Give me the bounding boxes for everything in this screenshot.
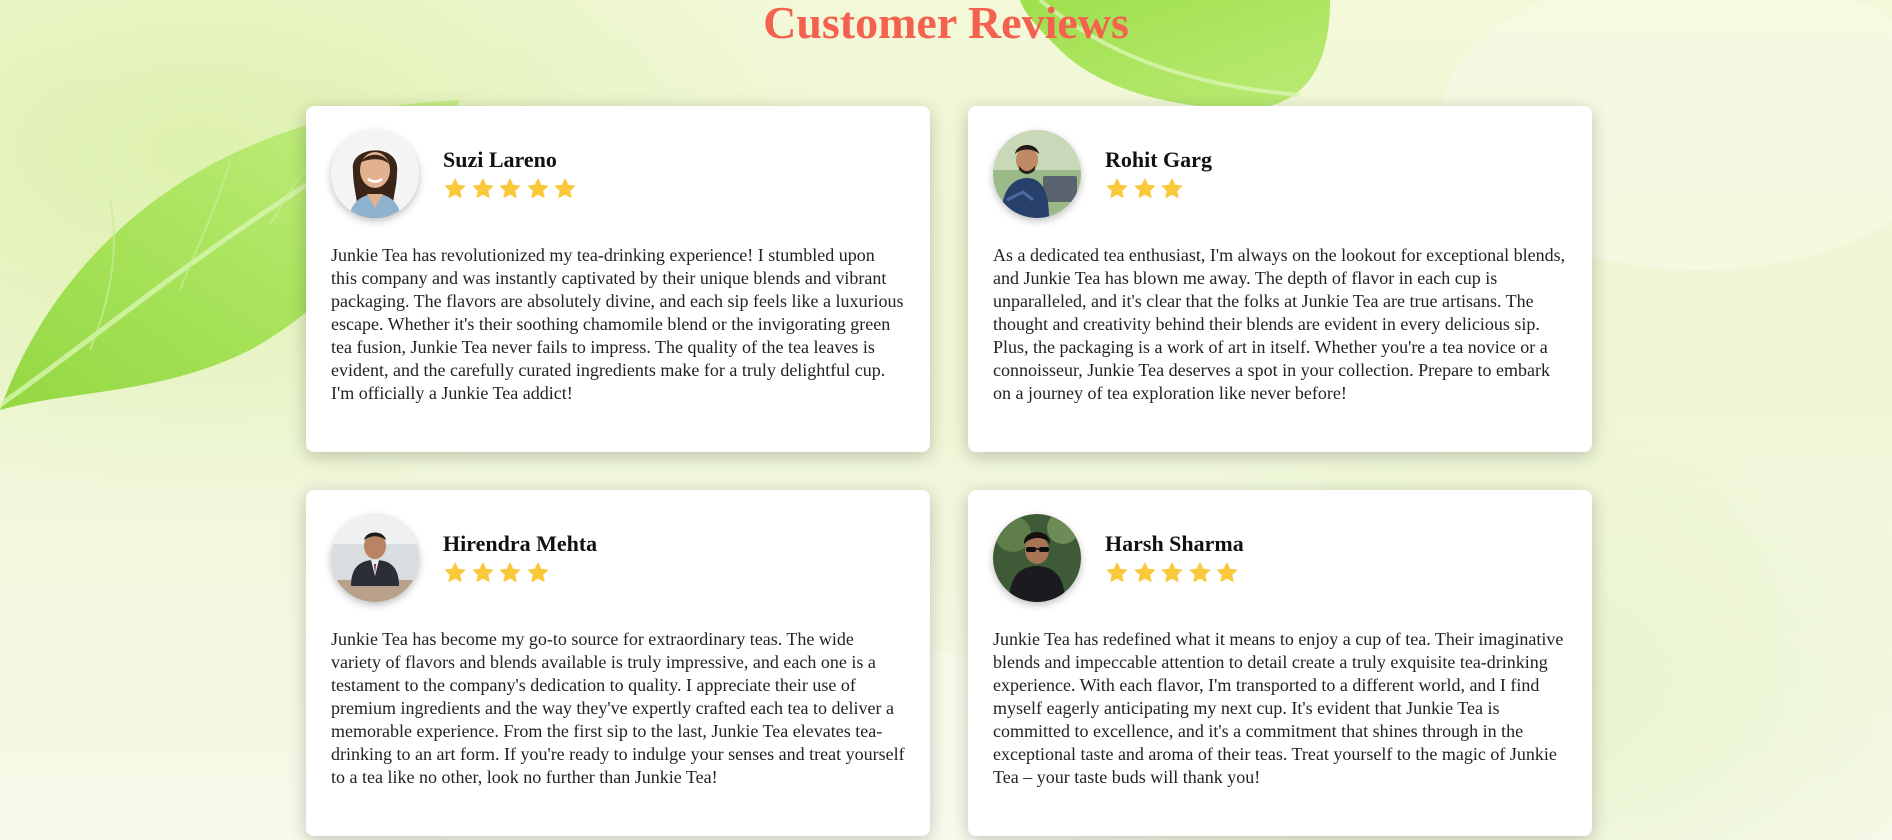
reviewer-avatar	[331, 514, 419, 602]
star-icon	[472, 178, 493, 198]
star-icon	[499, 178, 521, 198]
reviewer-meta: Rohit Garg	[1105, 147, 1212, 201]
star-icon	[527, 178, 548, 198]
rating-stars	[1105, 561, 1244, 585]
star-icon	[1189, 562, 1210, 582]
rating-stars	[443, 177, 581, 201]
reviewer-name: Hirendra Mehta	[443, 531, 598, 556]
review-header: Harsh Sharma	[993, 514, 1567, 602]
star-icon	[499, 562, 521, 582]
star-icon	[1134, 178, 1155, 198]
page-title: Customer Reviews	[763, 0, 1129, 48]
review-card: Hirendra Mehta Junkie Tea has become my …	[306, 490, 930, 836]
star-icon	[472, 562, 493, 582]
review-card: Harsh Sharma Junkie Tea has redefined wh…	[968, 490, 1592, 836]
reviewer-name: Harsh Sharma	[1105, 531, 1244, 556]
star-icon	[1134, 562, 1155, 582]
reviewer-meta: Suzi Lareno	[443, 147, 581, 201]
review-header: Suzi Lareno	[331, 130, 905, 218]
reviewer-avatar	[331, 130, 419, 218]
review-card: Rohit Garg As a dedicated tea enthusiast…	[968, 106, 1592, 452]
reviewer-meta: Hirendra Mehta	[443, 531, 597, 585]
star-icon	[444, 562, 466, 582]
review-header: Rohit Garg	[993, 130, 1567, 218]
star-icon	[444, 178, 466, 198]
star-icon	[1216, 562, 1238, 582]
reviewer-name: Rohit Garg	[1105, 147, 1212, 172]
reviewer-meta: Harsh Sharma	[1105, 531, 1244, 585]
reviewer-avatar	[993, 130, 1081, 218]
review-text: As a dedicated tea enthusiast, I'm alway…	[993, 245, 1566, 403]
star-icon	[1161, 562, 1183, 582]
star-icon	[527, 562, 548, 582]
review-header: Hirendra Mehta	[331, 514, 905, 602]
rating-stars	[1105, 177, 1212, 201]
star-icon	[1106, 178, 1128, 198]
star-icon	[554, 178, 576, 198]
review-card: Suzi Lareno Junkie Tea has revolutionize…	[306, 106, 930, 452]
review-text: Junkie Tea has become my go-to source fo…	[331, 629, 905, 787]
review-text: Junkie Tea has revolutionized my tea-dri…	[331, 245, 904, 403]
reviewer-name: Suzi Lareno	[443, 147, 557, 172]
star-icon	[1161, 178, 1183, 198]
reviews-grid: Suzi Lareno Junkie Tea has revolutionize…	[306, 106, 1594, 836]
rating-stars	[443, 561, 597, 585]
star-icon	[1106, 562, 1128, 582]
reviewer-avatar	[993, 514, 1081, 602]
review-text: Junkie Tea has redefined what it means t…	[993, 629, 1564, 787]
